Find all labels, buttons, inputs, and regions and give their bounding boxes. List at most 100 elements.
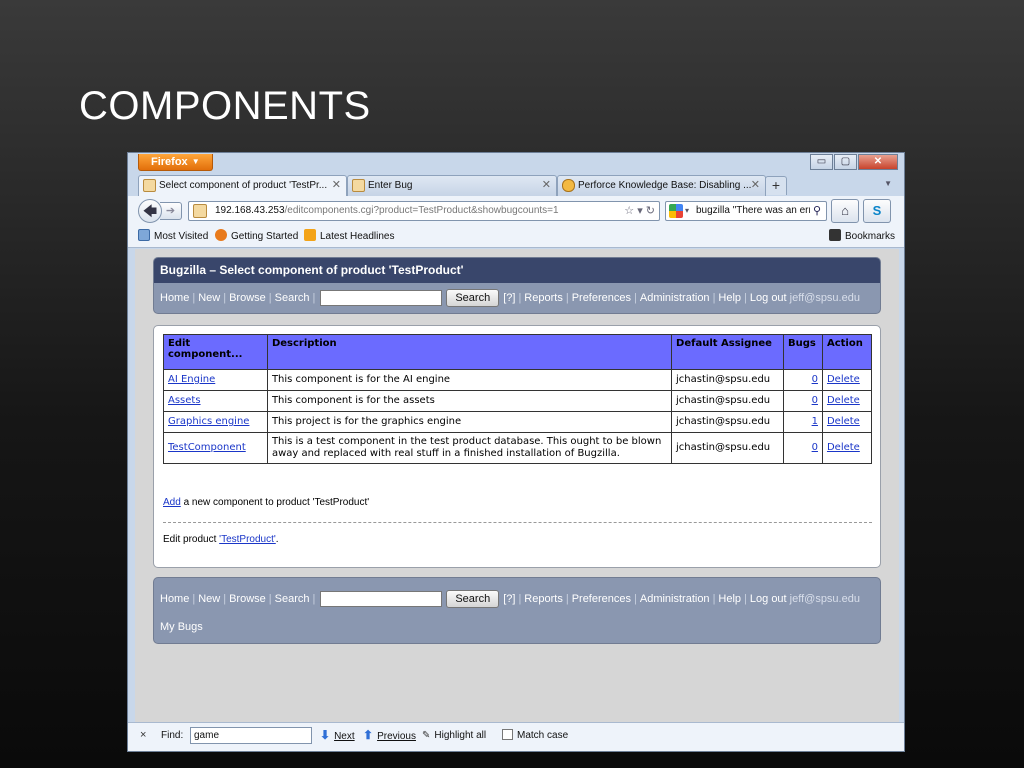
nav-browse-link[interactable]: Browse <box>229 289 266 307</box>
header-label: Default Assignee <box>676 338 772 349</box>
match-case-checkbox[interactable]: Match case <box>502 723 568 748</box>
tab-close-icon[interactable]: ✕ <box>542 176 551 195</box>
component-link[interactable]: Graphics engine <box>168 416 249 427</box>
reload-icon[interactable]: ↻ <box>646 205 655 217</box>
highlight-all-label: Highlight all <box>434 730 487 741</box>
column-header-description[interactable]: Description <box>266 334 673 370</box>
separator: | <box>634 593 637 605</box>
search-icon[interactable]: ⚲ <box>810 202 824 220</box>
add-component-link[interactable]: Add <box>163 497 181 508</box>
tab-close-icon[interactable]: ✕ <box>751 176 760 195</box>
separator: | <box>312 292 316 304</box>
bookmark-star-icon[interactable]: ☆ <box>624 205 634 217</box>
bookmarks-toolbar: Most Visited Getting Started Latest Head… <box>128 226 904 248</box>
history-dropdown-icon[interactable]: ▾ <box>637 205 643 217</box>
nav-new-link[interactable]: New <box>198 590 220 608</box>
quick-search-input[interactable] <box>320 290 443 306</box>
minimize-button[interactable]: ▭ <box>810 154 833 170</box>
nav-new-link[interactable]: New <box>198 289 220 307</box>
my-bugs-link[interactable]: My Bugs <box>160 621 203 633</box>
tab-close-icon[interactable]: ✕ <box>332 176 341 195</box>
bug-count-link[interactable]: 0 <box>812 395 818 406</box>
delete-component-link[interactable]: Delete <box>827 395 860 406</box>
column-header-bugs[interactable]: Bugs <box>782 334 823 370</box>
bugzilla-favicon-icon <box>352 179 365 192</box>
tab-select-component[interactable]: Select component of product 'TestPr... ✕ <box>138 175 347 197</box>
nav-home-link[interactable]: Home <box>160 289 189 307</box>
edit-product-link[interactable]: 'TestProduct' <box>219 534 276 545</box>
address-bar[interactable]: 192.168.43.253/editcomponents.cgi?produc… <box>188 201 660 221</box>
skype-button[interactable]: S <box>863 199 891 223</box>
bookmark-label: Most Visited <box>154 231 209 242</box>
google-engine-icon[interactable] <box>669 204 683 218</box>
quick-search-help-link[interactable]: [?] <box>503 289 515 307</box>
nav-logout-link[interactable]: Log out <box>750 590 787 608</box>
engine-dropdown-icon[interactable]: ▾ <box>685 202 689 220</box>
bug-count-link[interactable]: 0 <box>812 442 818 453</box>
delete-component-link[interactable]: Delete <box>827 416 860 427</box>
find-next-button[interactable]: ⬇ Next <box>320 723 355 749</box>
site-identity-icon[interactable] <box>193 204 207 218</box>
assignee-cell: jchastin@spsu.edu <box>671 369 784 391</box>
add-component-text: a new component to product 'TestProduct' <box>180 497 370 508</box>
maximize-button[interactable]: ▢ <box>834 154 857 170</box>
new-tab-button[interactable]: + <box>765 176 787 195</box>
component-link[interactable]: Assets <box>168 395 201 406</box>
quick-search-button[interactable]: Search <box>446 590 500 608</box>
bug-count-link[interactable]: 1 <box>812 416 818 427</box>
bookmark-getting-started[interactable]: Getting Started <box>215 226 298 248</box>
nav-preferences-link[interactable]: Preferences <box>572 289 631 307</box>
bookmark-most-visited[interactable]: Most Visited <box>138 226 208 248</box>
quick-search-input[interactable] <box>320 591 443 607</box>
highlight-all-button[interactable]: ✎ Highlight all <box>422 723 486 748</box>
action-cell: Delete <box>821 411 873 433</box>
user-email: jeff@spsu.edu <box>789 593 860 605</box>
footer-nav-links: Home | New | Browse | Search | Search [?] | R… <box>160 590 860 608</box>
nav-administration-link[interactable]: Administration <box>640 590 710 608</box>
bookmarks-menu[interactable]: Bookmarks <box>829 226 895 248</box>
assignee-cell: jchastin@spsu.edu <box>671 432 784 464</box>
back-button[interactable]: 🡄 <box>138 199 162 223</box>
list-all-tabs-icon[interactable]: ▼ <box>884 179 892 188</box>
column-header-component[interactable]: Edit component... <box>163 334 268 370</box>
search-bar[interactable]: ▾ bugzilla "There was an err ⚲ <box>665 201 827 221</box>
nav-help-link[interactable]: Help <box>718 289 741 307</box>
delete-component-link[interactable]: Delete <box>827 374 860 385</box>
quick-search-help-link[interactable]: [?] <box>503 590 515 608</box>
close-window-button[interactable]: ✕ <box>858 154 898 170</box>
find-input[interactable]: game <box>190 727 312 744</box>
quick-search-button[interactable]: Search <box>446 289 500 307</box>
nav-logout-link[interactable]: Log out <box>750 289 787 307</box>
rss-feed-icon <box>304 229 316 241</box>
component-link[interactable]: TestComponent <box>168 442 246 453</box>
nav-search-link[interactable]: Search <box>275 590 310 608</box>
nav-search-link[interactable]: Search <box>275 289 310 307</box>
firefox-menu-button[interactable]: Firefox ▼ <box>138 154 213 171</box>
find-previous-button[interactable]: ⬆ Previous <box>363 723 416 749</box>
forward-button[interactable]: ➔ <box>160 202 182 220</box>
checkbox-icon <box>502 729 513 740</box>
component-name-cell: Graphics engine <box>163 411 268 433</box>
find-bar: × Find: game ⬇ Next ⬆ Previous ✎ Highlight … <box>128 722 904 751</box>
nav-reports-link[interactable]: Reports <box>524 590 563 608</box>
tab-strip: Select component of product 'TestPr... ✕… <box>128 174 904 197</box>
tab-perforce-knowledge-base[interactable]: Perforce Knowledge Base: Disabling ... ✕ <box>557 175 766 196</box>
nav-administration-link[interactable]: Administration <box>640 289 710 307</box>
bug-count-link[interactable]: 0 <box>812 374 818 385</box>
nav-help-link[interactable]: Help <box>718 590 741 608</box>
home-button[interactable]: ⌂ <box>831 199 859 223</box>
tab-enter-bug[interactable]: Enter Bug ✕ <box>347 175 557 196</box>
header-nav-links: Home | New | Browse | Search | Search [?] | R… <box>160 289 860 307</box>
find-bar-close-icon[interactable]: × <box>140 723 146 748</box>
nav-browse-link[interactable]: Browse <box>229 590 266 608</box>
delete-component-link[interactable]: Delete <box>827 442 860 453</box>
bookmark-label: Bookmarks <box>845 231 896 242</box>
bookmark-latest-headlines[interactable]: Latest Headlines <box>304 226 395 248</box>
nav-preferences-link[interactable]: Preferences <box>572 590 631 608</box>
nav-reports-link[interactable]: Reports <box>524 289 563 307</box>
component-link[interactable]: AI Engine <box>168 374 215 385</box>
nav-home-link[interactable]: Home <box>160 590 189 608</box>
column-header-assignee[interactable]: Default Assignee <box>671 334 784 370</box>
bookmarks-icon <box>829 229 841 241</box>
tab-label: Perforce Knowledge Base: Disabling ... <box>578 180 752 191</box>
